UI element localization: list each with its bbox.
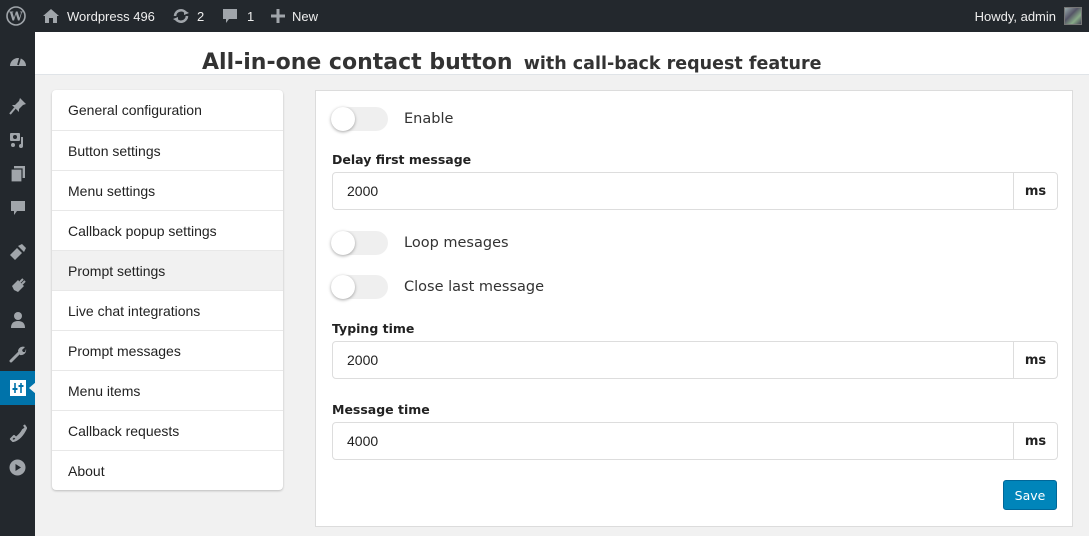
nav-callback-requests[interactable]: Callback requests: [52, 410, 283, 450]
svg-text:W: W: [8, 10, 23, 24]
menu-pages[interactable]: [0, 157, 35, 191]
menu-appearance[interactable]: [0, 235, 35, 269]
menu-users[interactable]: [0, 303, 35, 337]
video-play-icon: [9, 459, 26, 475]
nav-menu-settings[interactable]: Menu settings: [52, 170, 283, 210]
menu-comments[interactable]: [0, 191, 35, 225]
nav-menu-items[interactable]: Menu items: [52, 370, 283, 410]
comments-link[interactable]: 1: [222, 0, 254, 32]
loop-messages-row: Loop mesages: [331, 231, 509, 255]
comments-count: 1: [247, 8, 255, 24]
admin-menu: [0, 32, 36, 536]
delay-unit-addon: ms: [1013, 173, 1057, 209]
page-title: All-in-one contact button with call-back…: [202, 39, 822, 77]
pages-icon: [9, 166, 25, 183]
nav-prompt-settings[interactable]: Prompt settings: [52, 250, 283, 290]
comment-icon: [223, 8, 237, 23]
save-button[interactable]: Save: [1003, 480, 1057, 510]
nav-about[interactable]: About: [52, 450, 283, 490]
plugins-icon: [10, 278, 26, 293]
menu-contact-button[interactable]: [0, 371, 36, 405]
menu-video[interactable]: [0, 450, 35, 484]
updates-link[interactable]: 2: [172, 0, 204, 32]
dashboard-icon: [9, 57, 26, 66]
menu-posts[interactable]: [0, 89, 35, 123]
message-time-group: ms: [332, 422, 1058, 460]
page-title-main: All-in-one contact button: [202, 50, 513, 75]
close-last-message-label: Close last message: [404, 279, 545, 295]
loop-messages-toggle[interactable]: [331, 231, 388, 255]
contact-button-plugin-icon: [9, 380, 26, 396]
users-icon: [10, 312, 25, 328]
settings-nav: General configuration Button settings Me…: [52, 90, 283, 490]
loop-messages-label: Loop mesages: [404, 235, 509, 251]
typing-time-input[interactable]: [333, 342, 1013, 378]
wordpress-logo-icon: W: [6, 6, 26, 26]
comments-icon: [10, 200, 25, 215]
delay-first-message-label: Delay first message: [332, 152, 472, 167]
howdy-text: Howdy, admin: [974, 8, 1056, 24]
new-content-link[interactable]: New: [271, 0, 318, 32]
avatar: [1064, 7, 1082, 25]
home-icon: [43, 9, 59, 23]
appearance-brush-icon: [9, 244, 26, 260]
new-label: New: [292, 8, 319, 24]
message-time-label: Message time: [332, 402, 430, 417]
toggle-knob: [331, 107, 355, 131]
nav-button-settings[interactable]: Button settings: [52, 130, 283, 170]
admin-bar: W Wordpress 496 2 1 New Howdy, admin: [0, 0, 1089, 32]
site-name-link[interactable]: Wordpress 496: [42, 0, 155, 32]
menu-phone[interactable]: [0, 416, 35, 450]
message-time-input[interactable]: [333, 423, 1013, 459]
typing-unit-addon: ms: [1013, 342, 1057, 378]
menu-tools[interactable]: [0, 337, 35, 371]
updates-count: 2: [197, 8, 205, 24]
menu-media[interactable]: [0, 123, 35, 157]
wordpress-logo-menu[interactable]: W: [0, 0, 32, 32]
phone-icon: [9, 424, 27, 442]
delay-first-message-input[interactable]: [333, 173, 1013, 209]
prompt-settings-panel: Enable Delay first message ms Loop mesag…: [315, 90, 1073, 527]
nav-live-chat-integrations[interactable]: Live chat integrations: [52, 290, 283, 330]
toggle-knob: [331, 275, 355, 299]
page-title-sub: with call-back request feature: [523, 54, 822, 74]
typing-time-group: ms: [332, 341, 1058, 379]
site-name: Wordpress 496: [67, 8, 155, 24]
tools-wrench-icon: [9, 346, 26, 363]
nav-prompt-messages[interactable]: Prompt messages: [52, 330, 283, 370]
close-last-message-toggle[interactable]: [331, 275, 388, 299]
enable-row: Enable: [331, 107, 453, 131]
nav-general-configuration[interactable]: General configuration: [52, 90, 283, 130]
media-icon: [9, 133, 23, 148]
enable-label: Enable: [404, 111, 454, 127]
nav-callback-popup-settings[interactable]: Callback popup settings: [52, 210, 283, 250]
posts-pin-icon: [8, 98, 26, 115]
toggle-knob: [331, 231, 355, 255]
account-menu[interactable]: Howdy, admin: [975, 0, 1082, 32]
delay-first-message-group: ms: [332, 172, 1058, 210]
menu-dashboard[interactable]: [0, 43, 35, 77]
enable-toggle[interactable]: [331, 107, 388, 131]
menu-plugins[interactable]: [0, 269, 35, 303]
plus-icon: [271, 9, 285, 23]
typing-time-label: Typing time: [332, 321, 415, 336]
close-last-message-row: Close last message: [331, 275, 544, 299]
message-unit-addon: ms: [1013, 423, 1057, 459]
page-header: All-in-one contact button with call-back…: [35, 32, 1089, 75]
updates-refresh-icon: [173, 9, 189, 23]
